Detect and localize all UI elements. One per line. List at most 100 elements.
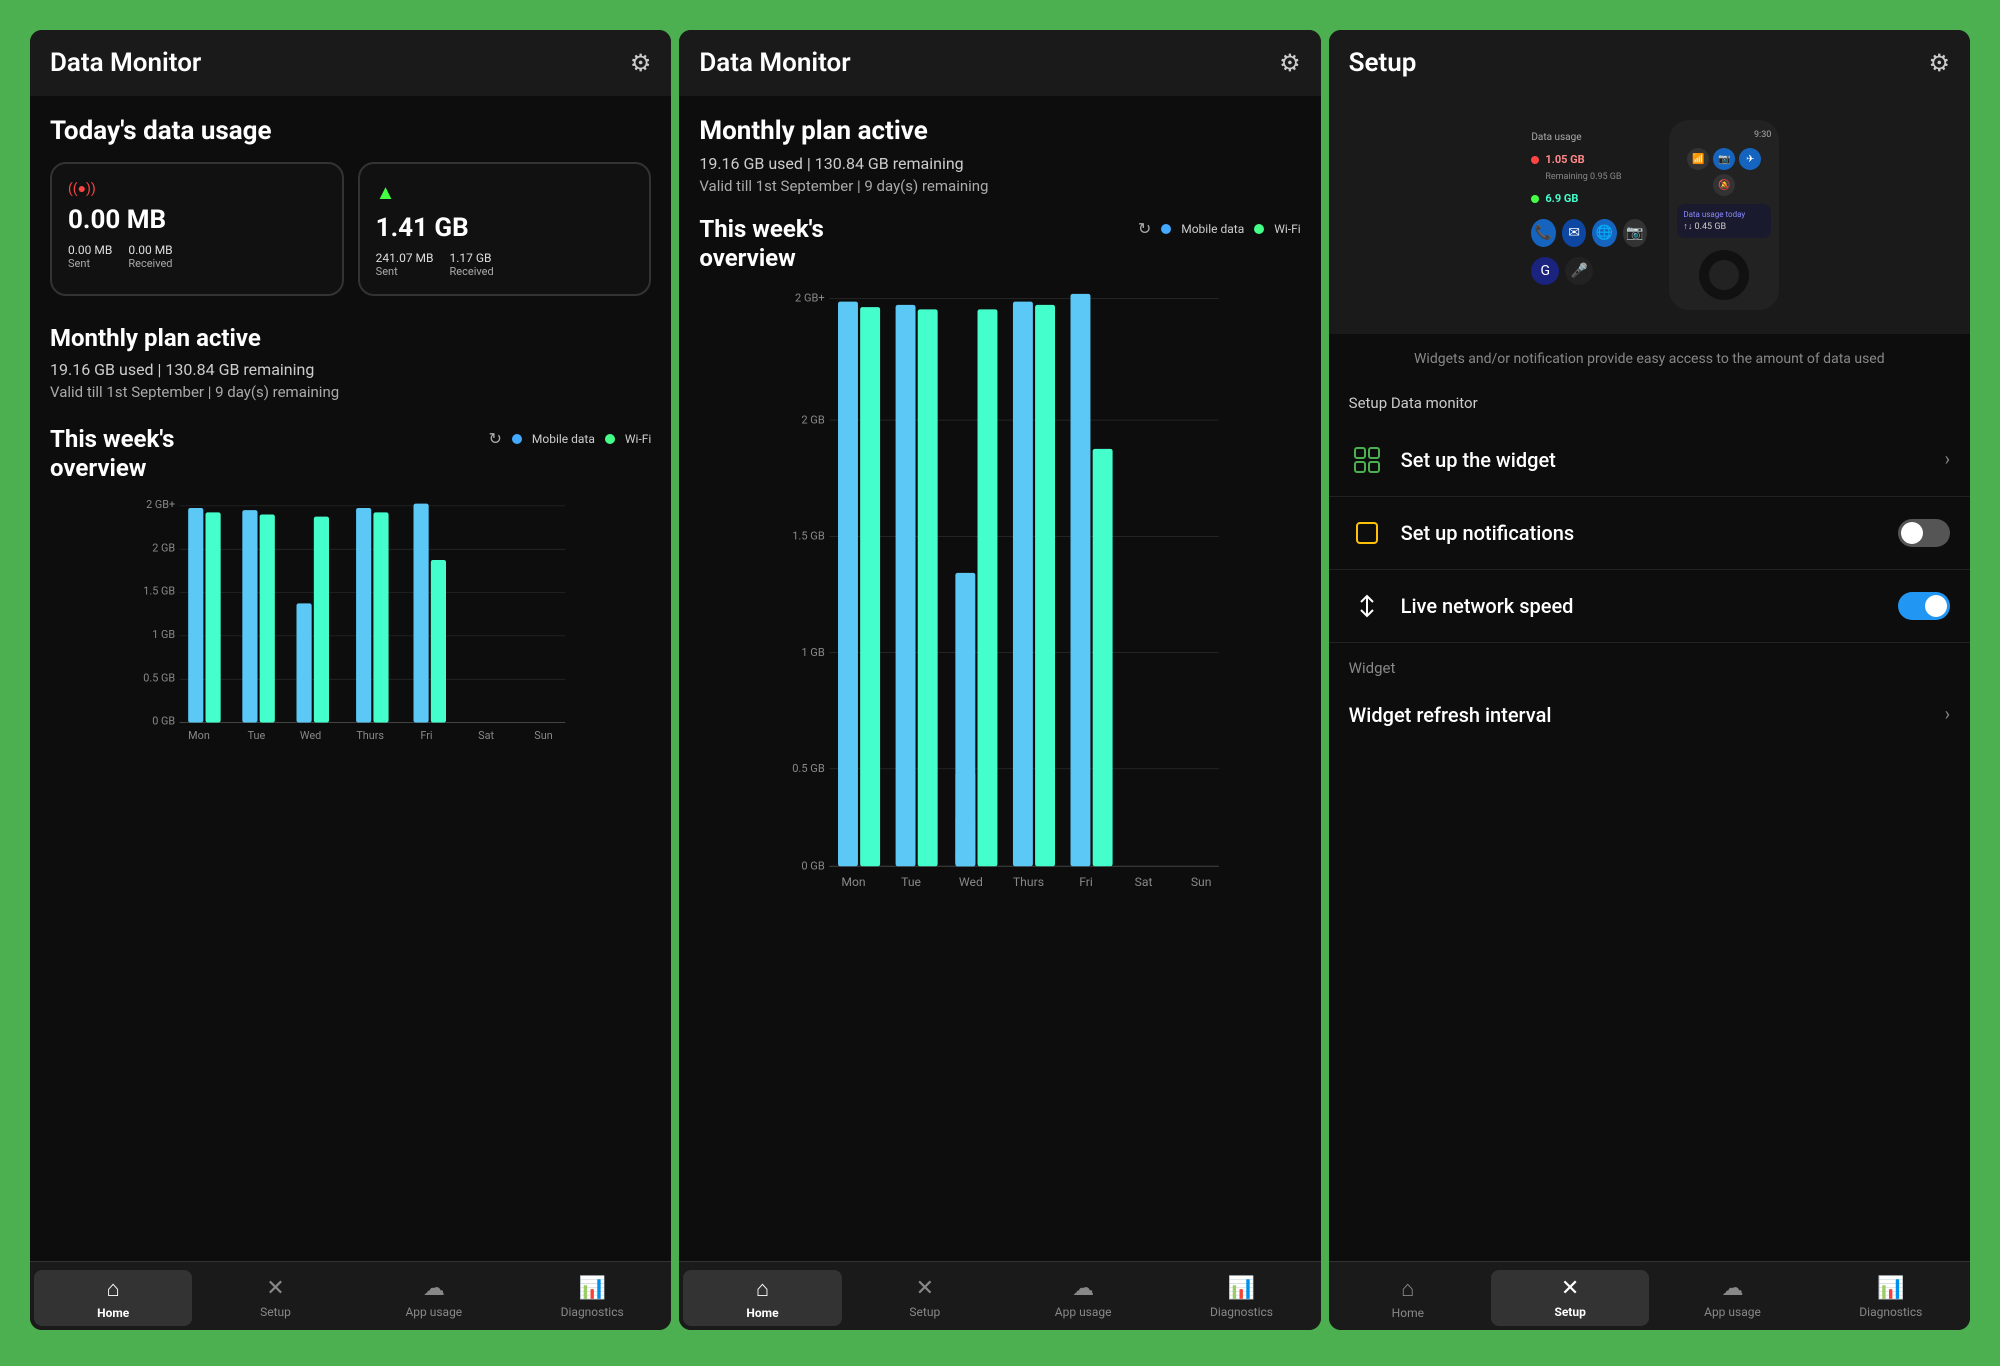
svg-text:0.5 GB: 0.5 GB [793, 762, 826, 775]
widget-wifi-row: 6.9 GB [1531, 192, 1647, 205]
svg-text:2 GB: 2 GB [802, 413, 825, 426]
svg-text:1 GB: 1 GB [802, 645, 825, 658]
mobile-legend-label-2: Mobile data [1181, 222, 1244, 236]
diagnostics-nav-icon-2: 📊 [1228, 1276, 1255, 1301]
appusage-nav-icon-1: ☁ [423, 1276, 445, 1301]
nav-diagnostics-2[interactable]: 📊 Diagnostics [1162, 1270, 1320, 1326]
nav-home-3[interactable]: ⌂ Home [1329, 1270, 1487, 1326]
mobile-value: 0.00 MB [68, 205, 326, 235]
bell-icon [1353, 519, 1381, 547]
wifi-sent-value: 241.07 MB [376, 251, 434, 265]
screen-2: Data Monitor ⚙ Monthly plan active 19.16… [679, 30, 1320, 1330]
svg-text:Fri: Fri [1080, 875, 1094, 889]
wifi-legend-label-2: Wi-Fi [1274, 222, 1300, 236]
wifi-legend-dot [605, 434, 615, 444]
notification-row-icon [1349, 515, 1385, 551]
svg-text:Wed: Wed [959, 875, 983, 889]
wifi-usage-card: ▲ 1.41 GB 241.07 MB Sent 1.17 GB Receive… [358, 162, 652, 296]
bottom-nav-3: ⌂ Home ✕ Setup ☁ App usage 📊 Diagnostics [1329, 1261, 1970, 1330]
notification-toggle[interactable] [1898, 519, 1950, 547]
wifi-sent-stat: 241.07 MB Sent [376, 251, 434, 278]
widget-refresh-row[interactable]: Widget refresh interval › [1329, 685, 1970, 745]
setup-network-speed-row[interactable]: Live network speed [1329, 570, 1970, 643]
screens-container: Data Monitor ⚙ Today's data usage ((●)) … [10, 10, 1990, 1356]
weekly-section-2: This week'soverview ↻ Mobile data Wi-Fi [699, 215, 1300, 905]
mobile-legend-dot [512, 434, 522, 444]
today-title: Today's data usage [50, 116, 651, 146]
wifi-card-header: ▲ [376, 180, 634, 205]
setup-description: Widgets and/or notification provide easy… [1329, 350, 1970, 386]
setup-widget-row[interactable]: Set up the widget › [1329, 424, 1970, 497]
setup-content: Data usage 1.05 GB Remaining 0.95 GB 6.9… [1329, 96, 1970, 1261]
screen1-content: Today's data usage ((●)) 0.00 MB 0.00 MB… [30, 96, 671, 1261]
home-nav-label-3: Home [1392, 1306, 1424, 1320]
top-bar-3: Setup ⚙ [1329, 30, 1970, 96]
widget-squares-icon [1353, 446, 1381, 474]
svg-text:1.5 GB: 1.5 GB [143, 584, 175, 597]
screen-1-home: Data Monitor ⚙ Today's data usage ((●)) … [30, 30, 671, 1330]
nav-appusage-3[interactable]: ☁ App usage [1653, 1270, 1811, 1326]
monthly-section-1: Monthly plan active 19.16 GB used | 130.… [50, 324, 651, 401]
refresh-icon-2[interactable]: ↻ [1138, 219, 1151, 238]
settings-icon-2[interactable]: ⚙ [1279, 49, 1301, 77]
network-speed-toggle[interactable] [1898, 592, 1950, 620]
setup-notifications-row[interactable]: Set up notifications [1329, 497, 1970, 570]
widget-refresh-chevron-icon: › [1945, 704, 1950, 725]
weekly-title-2: This week'soverview [699, 215, 824, 273]
monthly-detail-1: 19.16 GB used | 130.84 GB remaining [50, 360, 651, 379]
nav-appusage-1[interactable]: ☁ App usage [355, 1270, 513, 1326]
nav-appusage-2[interactable]: ☁ App usage [1004, 1270, 1162, 1326]
mobile-stats: 0.00 MB Sent 0.00 MB Received [68, 243, 326, 270]
svg-text:2 GB: 2 GB [152, 541, 175, 554]
widget-row-label: Set up the widget [1401, 448, 1929, 472]
setup-nav-label-2: Setup [909, 1305, 940, 1319]
widget-refresh-label: Widget refresh interval [1349, 703, 1937, 727]
appusage-nav-label-1: App usage [405, 1305, 462, 1319]
svg-text:Mon: Mon [842, 875, 866, 889]
setup-nav-label-1: Setup [260, 1305, 291, 1319]
monthly-valid-1: Valid till 1st September | 9 day(s) rema… [50, 383, 651, 401]
svg-text:Sun: Sun [1191, 875, 1212, 889]
refresh-icon-1[interactable]: ↻ [489, 429, 502, 448]
svg-text:0.5 GB: 0.5 GB [143, 671, 175, 684]
mobile-legend-label: Mobile data [532, 432, 595, 446]
appusage-nav-icon-2: ☁ [1072, 1276, 1094, 1301]
wifi-received-stat: 1.17 GB Received [450, 251, 494, 278]
setup-nav-icon-3: ✕ [1561, 1276, 1579, 1301]
network-speed-row-label: Live network speed [1401, 594, 1882, 618]
top-bar-1: Data Monitor ⚙ [30, 30, 671, 96]
nav-setup-1[interactable]: ✕ Setup [196, 1270, 354, 1326]
monthly-valid-2: Valid till 1st September | 9 day(s) rema… [699, 177, 1300, 195]
network-speed-row-icon [1349, 588, 1385, 624]
mobile-signal-icon: ((●)) [68, 180, 96, 197]
nav-setup-2[interactable]: ✕ Setup [846, 1270, 1004, 1326]
svg-text:Wed: Wed [300, 728, 321, 741]
svg-text:Tue: Tue [248, 728, 266, 741]
diagnostics-nav-label-1: Diagnostics [561, 1305, 624, 1319]
nav-diagnostics-3[interactable]: 📊 Diagnostics [1812, 1270, 1970, 1326]
diagnostics-nav-icon-3: 📊 [1877, 1276, 1904, 1301]
settings-icon-3[interactable]: ⚙ [1928, 49, 1950, 77]
widget-mobile-row: 1.05 GB [1531, 153, 1647, 166]
wifi-received-value: 1.17 GB [450, 251, 494, 265]
settings-icon-1[interactable]: ⚙ [630, 49, 652, 77]
phone-mockup-right: 9:30 📶 📷 ✈ 🔕 Data usage today ↑↓ 0.45 GB [1669, 120, 1779, 310]
sent-label: Sent [68, 257, 90, 270]
nav-diagnostics-1[interactable]: 📊 Diagnostics [513, 1270, 671, 1326]
diagnostics-nav-label-3: Diagnostics [1859, 1305, 1922, 1319]
svg-text:Mon: Mon [188, 728, 210, 741]
nav-home-1[interactable]: ⌂ Home [34, 1270, 192, 1326]
nav-setup-3[interactable]: ✕ Setup [1491, 1270, 1649, 1326]
nav-home-2[interactable]: ⌂ Home [683, 1270, 841, 1326]
bottom-nav-1: ⌂ Home ✕ Setup ☁ App usage 📊 Diagnostics [30, 1261, 671, 1330]
svg-text:Sat: Sat [478, 728, 494, 741]
arrows-updown-icon [1353, 592, 1381, 620]
diagnostics-nav-icon-1: 📊 [578, 1276, 605, 1301]
setup-nav-label-3: Setup [1554, 1305, 1585, 1319]
wifi-legend-dot-2 [1254, 224, 1264, 234]
chart-svg-1: 2 GB+ 2 GB 1.5 GB 1 GB 0.5 GB 0 GB [50, 495, 651, 755]
weekly-header-2: This week'soverview ↻ Mobile data Wi-Fi [699, 215, 1300, 273]
home-nav-icon-2: ⌂ [756, 1276, 769, 1302]
wifi-received-label: Received [450, 265, 494, 278]
network-speed-toggle-thumb [1925, 595, 1947, 617]
